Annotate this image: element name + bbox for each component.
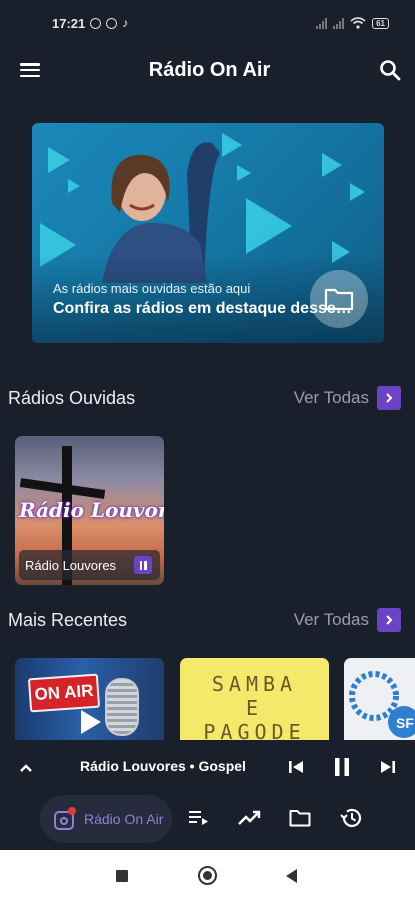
status-bar: 17:21 ♪ 61 — [0, 0, 415, 46]
on-air-badge: ON AIR — [27, 673, 101, 713]
see-all-label: Ver Todas — [293, 610, 369, 629]
decor-triangle — [48, 147, 70, 173]
system-nav-bar — [0, 850, 415, 900]
decor-triangle — [237, 165, 251, 181]
whatsapp-icon — [106, 17, 118, 29]
samba-logo-text: SAMBA E PAGODE — [203, 672, 306, 740]
back-icon[interactable] — [286, 869, 297, 883]
skip-next-icon[interactable] — [375, 754, 401, 780]
station-logo-image: SF — [349, 671, 415, 738]
wifi-icon — [350, 17, 366, 29]
see-all-recent-button[interactable]: Ver Todas — [294, 608, 401, 632]
signal-icon — [316, 17, 328, 29]
history-icon[interactable] — [338, 805, 364, 831]
section-recent-header: Mais Recentes Ver Todas — [0, 605, 415, 635]
signal-icon-2 — [333, 17, 345, 29]
see-all-listened-button[interactable]: Ver Todas — [294, 386, 401, 410]
page-title: Rádio On Air — [148, 58, 271, 81]
see-all-label: Ver Todas — [293, 388, 369, 407]
pause-icon[interactable] — [134, 556, 152, 574]
station-card-bar: Rádio Louvores — [19, 550, 160, 580]
banner-subtitle: As rádios mais ouvidas estão aqui — [53, 281, 251, 296]
section-title-listened: Rádios Ouvidas — [8, 387, 136, 408]
chevron-up-icon[interactable] — [18, 762, 34, 774]
skip-previous-icon[interactable] — [283, 754, 309, 780]
home-icon[interactable] — [198, 866, 217, 885]
recent-station-card[interactable]: SF — [344, 658, 415, 740]
svg-text:SF: SF — [396, 715, 414, 731]
nav-item-radio-on-air[interactable]: Rádio On Air — [40, 795, 172, 843]
playlist-icon[interactable] — [186, 805, 212, 831]
folder-icon — [324, 288, 354, 311]
section-listened-header: Rádios Ouvidas Ver Todas — [0, 383, 415, 413]
station-logo-text: Rádio Louvores — [19, 498, 164, 522]
status-right: 61 — [316, 17, 389, 29]
chevron-right-icon — [377, 386, 401, 410]
play-icon — [81, 710, 101, 734]
recents-icon[interactable] — [116, 870, 128, 882]
radio-icon — [54, 807, 76, 830]
chevron-right-icon — [377, 608, 401, 632]
notification-icon — [90, 17, 102, 29]
folder-button[interactable] — [310, 270, 368, 328]
music-note-icon: ♪ — [122, 16, 129, 30]
decor-triangle — [350, 183, 365, 201]
recent-station-card[interactable]: SAMBA E PAGODE — [180, 658, 329, 740]
decor-triangle — [246, 198, 292, 254]
nav-item-label: Rádio On Air — [84, 811, 164, 827]
app-bar: Rádio On Air — [0, 46, 415, 94]
station-card-radio-louvores[interactable]: Rádio Louvores Rádio Louvores — [15, 436, 164, 585]
decor-triangle — [68, 179, 80, 193]
pause-icon[interactable] — [329, 754, 355, 780]
search-icon[interactable] — [379, 59, 401, 81]
status-time: 17:21 — [52, 15, 86, 31]
featured-banner[interactable]: As rádios mais ouvidas estão aqui Confir… — [32, 123, 384, 343]
section-title-recent: Mais Recentes — [8, 609, 128, 630]
battery-icon: 61 — [372, 17, 389, 29]
station-name: Rádio Louvores — [25, 557, 117, 573]
recent-station-card[interactable]: ON AIR — [15, 658, 164, 740]
trending-icon[interactable] — [236, 805, 262, 831]
microphone-image — [105, 678, 139, 736]
decor-triangle — [322, 153, 342, 177]
now-playing-title: Rádio Louvores • Gospel — [80, 758, 246, 774]
mini-player[interactable]: Rádio Louvores • Gospel — [0, 746, 415, 788]
status-left: 17:21 ♪ — [52, 16, 128, 31]
folder-icon[interactable] — [287, 805, 313, 831]
menu-icon[interactable] — [20, 63, 40, 77]
bottom-nav: Rádio On Air — [0, 792, 415, 846]
